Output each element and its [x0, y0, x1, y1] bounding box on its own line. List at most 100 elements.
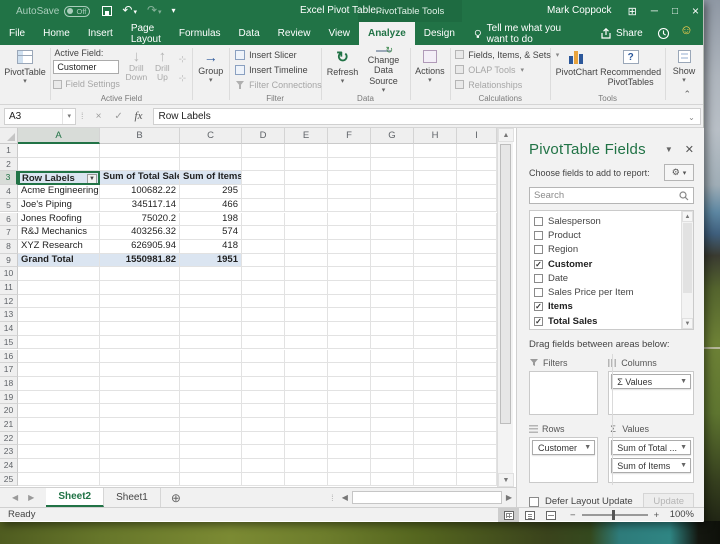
history-button[interactable]: [651, 22, 676, 45]
cell-H23[interactable]: [414, 445, 457, 460]
cell-G8[interactable]: [371, 239, 414, 254]
values-area-box[interactable]: Sum of Total ... ▼ Sum of Items ▼: [608, 437, 694, 483]
cell-G2[interactable]: [371, 157, 414, 172]
cell-G23[interactable]: [371, 445, 414, 460]
columns-area-box[interactable]: Σ Values ▼: [608, 371, 694, 415]
cell-G24[interactable]: [371, 459, 414, 473]
cell-B22[interactable]: [100, 431, 180, 446]
pane-options-caret-icon[interactable]: ▼: [665, 145, 673, 154]
select-all-corner[interactable]: [0, 128, 18, 144]
minimize-button[interactable]: ─: [651, 6, 658, 17]
tab-design[interactable]: Design: [415, 22, 464, 45]
update-button[interactable]: Update: [643, 493, 694, 507]
cell-F3[interactable]: [328, 171, 371, 186]
cell-C21[interactable]: [180, 418, 242, 432]
field-checkbox[interactable]: [534, 216, 543, 226]
cell-A21[interactable]: [18, 418, 100, 432]
zoom-out-icon[interactable]: −: [570, 510, 576, 521]
cell-G14[interactable]: [371, 322, 414, 336]
undo-caret-icon[interactable]: ▾: [133, 9, 137, 16]
cell-D16[interactable]: [242, 349, 285, 364]
new-sheet-button[interactable]: ⊕: [161, 488, 191, 507]
field-item-sales-price-per-item[interactable]: Sales Price per Item: [534, 285, 679, 299]
cell-G1[interactable]: [371, 144, 414, 158]
column-header-E[interactable]: E: [285, 128, 328, 144]
cell-D22[interactable]: [242, 431, 285, 446]
filter-connections-button[interactable]: Filter Connections: [235, 77, 322, 92]
cell-H25[interactable]: [414, 472, 457, 487]
cell-C24[interactable]: [180, 459, 242, 473]
cell-E4[interactable]: [285, 185, 328, 199]
row-header-23[interactable]: 23: [0, 445, 18, 460]
cell-I19[interactable]: [457, 390, 497, 405]
cell-C11[interactable]: [180, 281, 242, 295]
horizontal-scroll-thumb[interactable]: [351, 491, 502, 504]
cell-H9[interactable]: [414, 253, 457, 268]
cell-C19[interactable]: [180, 390, 242, 405]
share-button[interactable]: Share: [592, 22, 651, 45]
cell-C6[interactable]: 198: [180, 212, 242, 227]
cell-H15[interactable]: [414, 335, 457, 350]
cell-D23[interactable]: [242, 445, 285, 460]
expand-field-icon[interactable]: ⊹: [179, 54, 187, 65]
cell-B12[interactable]: [100, 294, 180, 309]
cell-B15[interactable]: [100, 335, 180, 350]
cell-I8[interactable]: [457, 239, 497, 254]
field-item-salesperson[interactable]: Salesperson: [534, 214, 679, 228]
column-header-B[interactable]: B: [100, 128, 180, 144]
defer-layout-checkbox[interactable]: [529, 496, 539, 507]
cell-G3[interactable]: [371, 171, 414, 186]
pivotchart-button[interactable]: PivotChart: [554, 47, 600, 92]
cell-H1[interactable]: [414, 144, 457, 158]
cell-B23[interactable]: [100, 445, 180, 460]
cell-I4[interactable]: [457, 185, 497, 199]
zoom-slider-thumb[interactable]: [611, 510, 615, 520]
sheet-nav-right-icon[interactable]: ▶: [28, 493, 34, 502]
autosave-toggle[interactable]: Off: [64, 5, 91, 17]
cell-I24[interactable]: [457, 459, 497, 473]
cell-H22[interactable]: [414, 431, 457, 446]
pill-caret-icon[interactable]: ▼: [677, 462, 687, 469]
cell-E9[interactable]: [285, 253, 328, 268]
cell-A8[interactable]: XYZ Research: [18, 239, 100, 254]
cell-E8[interactable]: [285, 239, 328, 254]
cell-E25[interactable]: [285, 472, 328, 487]
cell-F21[interactable]: [328, 418, 371, 432]
cell-E15[interactable]: [285, 335, 328, 350]
cell-E12[interactable]: [285, 294, 328, 309]
fields-list-scrollbar[interactable]: ▲ ▼: [681, 211, 693, 329]
cell-C15[interactable]: [180, 335, 242, 350]
cell-C12[interactable]: [180, 294, 242, 309]
field-item-total-sales[interactable]: ✓ Total Sales: [534, 314, 679, 328]
maximize-button[interactable]: □: [672, 6, 678, 17]
row-header-24[interactable]: 24: [0, 459, 18, 473]
feedback-smiley-icon[interactable]: ☺: [676, 22, 703, 45]
cell-F20[interactable]: [328, 404, 371, 418]
sheet-tab-sheet2[interactable]: Sheet2: [46, 488, 105, 507]
row-header-21[interactable]: 21: [0, 418, 18, 432]
cell-D12[interactable]: [242, 294, 285, 309]
rows-area-box[interactable]: Customer ▼: [529, 437, 599, 483]
cell-A17[interactable]: [18, 363, 100, 377]
cell-F9[interactable]: [328, 253, 371, 268]
cell-G13[interactable]: [371, 308, 414, 323]
cell-F1[interactable]: [328, 144, 371, 158]
cell-I6[interactable]: [457, 212, 497, 227]
cell-C10[interactable]: [180, 267, 242, 281]
cell-I14[interactable]: [457, 322, 497, 336]
cell-C13[interactable]: [180, 308, 242, 323]
cell-F18[interactable]: [328, 376, 371, 391]
field-item-customer[interactable]: ✓ Customer: [534, 257, 679, 271]
row-header-25[interactable]: 25: [0, 472, 18, 487]
column-header-A[interactable]: A: [18, 128, 100, 144]
cell-B13[interactable]: [100, 308, 180, 323]
pill--values[interactable]: Σ Values ▼: [611, 374, 691, 389]
page-break-view-button[interactable]: [540, 508, 561, 522]
vertical-scrollbar[interactable]: ▲ ▼: [497, 128, 514, 487]
cell-E21[interactable]: [285, 418, 328, 432]
cell-G15[interactable]: [371, 335, 414, 350]
drill-up-button[interactable]: ↑ Drill Up: [149, 47, 175, 92]
cell-B3[interactable]: Sum of Total Sales: [100, 171, 180, 186]
column-header-D[interactable]: D: [242, 128, 285, 144]
cell-D19[interactable]: [242, 390, 285, 405]
